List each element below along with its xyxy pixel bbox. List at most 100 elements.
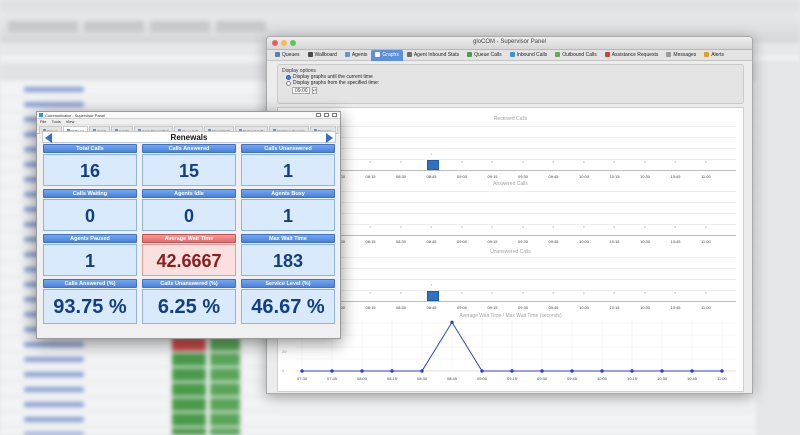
background-row	[0, 397, 800, 412]
menu-file[interactable]: File	[40, 119, 46, 124]
radio-specified-time[interactable]: Display graphs from the specified time:	[286, 80, 379, 86]
bar-value-label: 0	[400, 291, 402, 295]
tab-agents[interactable]: Agents	[341, 50, 372, 61]
tab-queue-calls[interactable]: Queue Calls	[463, 50, 506, 61]
bar-value-label: 0	[644, 160, 646, 164]
background-row-status	[210, 398, 240, 411]
x-tick-label: 09:00	[477, 376, 488, 381]
menu-tools[interactable]: Tools	[51, 119, 60, 124]
gridline	[296, 137, 736, 138]
tab-inbound-calls[interactable]: Inbound Calls	[506, 50, 552, 61]
x-tick-label: 08:45	[426, 239, 437, 244]
stat-label: Agents Busy	[241, 189, 335, 198]
x-tick-label: 10:45	[670, 174, 681, 179]
x-tick-label: 10:15	[609, 174, 620, 179]
bar-value-label: 0	[583, 291, 585, 295]
tab-agent-inbound-stats[interactable]: Agent Inbound Stats	[403, 50, 463, 61]
bar-value-label: 1	[430, 283, 433, 287]
gridline	[296, 126, 736, 127]
bar-value-label: 0	[613, 225, 616, 229]
x-tick-label: 10:15	[627, 376, 638, 381]
time-input[interactable]: 09:00	[292, 87, 310, 94]
wallboard-stats-grid: Total Calls 16 Calls Answered 15 Calls Unans…	[43, 144, 335, 324]
time-stepper[interactable]: ▴▾	[312, 87, 317, 94]
bar-value-label: 0	[552, 291, 555, 295]
gridline	[296, 279, 736, 280]
background-row-status	[210, 353, 240, 366]
x-tick-label: 09:15	[487, 305, 498, 310]
wait-time-point	[720, 369, 724, 373]
assistance-icon	[604, 52, 610, 57]
stat-label: Agents Paused	[43, 234, 137, 243]
background-toolbar-item	[84, 21, 144, 32]
gridline	[296, 290, 736, 291]
x-tick-label: 08:15	[365, 174, 376, 179]
queues-icon	[275, 52, 280, 57]
gridline	[296, 191, 736, 192]
stat-average-wait-time: Average Wait Time 42.6667	[142, 234, 236, 276]
stat-calls-answered: Calls Answered 15	[142, 144, 236, 186]
bar-value-label: 0	[613, 160, 616, 164]
wait-time-point	[600, 369, 604, 373]
minimize-icon[interactable]	[316, 113, 321, 117]
x-tick-label: 09:30	[518, 239, 529, 244]
alerts-icon	[704, 52, 710, 57]
menu-view[interactable]: View	[66, 119, 75, 124]
wait-time-point	[510, 369, 514, 373]
stat-calls-answered: Calls Answered (%) 93.75 %	[43, 279, 137, 324]
tab-outbound-calls[interactable]: Outbound Calls	[551, 50, 600, 61]
background-row-name	[24, 342, 84, 347]
x-tick-label: 08:30	[396, 305, 407, 310]
x-tick-label: 10:15	[609, 305, 620, 310]
close-icon[interactable]	[332, 113, 337, 117]
display-options-panel: Display options Display graphs until the…	[277, 64, 744, 104]
x-tick-label: 07:30	[297, 376, 308, 381]
stat-label: Calls Unanswered (%)	[142, 279, 236, 288]
communicator-title: Communicator - Supervisor Panel	[45, 113, 106, 118]
tab-messages[interactable]: Messages	[662, 50, 700, 61]
messages-icon	[666, 52, 672, 57]
stat-calls-waiting: Calls Waiting 0	[43, 189, 137, 231]
bar-value-label: 0	[522, 291, 524, 295]
wait-time-point	[450, 320, 454, 324]
tab-queues[interactable]: Queues	[271, 50, 304, 61]
next-queue-icon[interactable]	[326, 133, 333, 143]
maximize-icon[interactable]	[324, 113, 329, 117]
wait-time-point	[630, 369, 634, 373]
gridline	[296, 148, 736, 149]
graphs-icon	[375, 52, 381, 57]
bar-value-label: 0	[491, 225, 494, 229]
tab-alerts[interactable]: Alerts	[336, 126, 340, 134]
stat-agents-busy: Agents Busy 1	[241, 189, 335, 231]
wait-time-point	[330, 369, 334, 373]
communicator-window: Communicator - Supervisor Panel File Tool…	[36, 111, 341, 339]
tab-graphs[interactable]: Graphs	[371, 50, 403, 61]
wait-time-point	[480, 369, 484, 373]
bar-value-label: 0	[522, 160, 524, 164]
background-side-panel	[756, 60, 800, 435]
bar-value-label: 0	[522, 225, 524, 229]
x-axis	[296, 301, 736, 302]
background-toolbar-item	[216, 21, 266, 32]
bar-value-label: 1	[430, 152, 433, 156]
x-axis	[296, 170, 736, 171]
bar-value-label: 0	[491, 291, 494, 295]
wait-time-point	[300, 369, 304, 373]
tab-wallboard[interactable]: Wallboard	[304, 50, 341, 61]
stat-label: Calls Answered	[142, 144, 236, 153]
gridline	[296, 159, 736, 160]
radio-selected-icon[interactable]	[286, 74, 291, 80]
stat-agents-paused: Agents Paused 1	[43, 234, 137, 276]
x-axis	[296, 235, 736, 236]
wait-time-point	[690, 369, 694, 373]
wait-time-line-chart: 4020007:3007:4508:0008:1508:3008:4509:00…	[282, 320, 736, 381]
stat-label: Calls Unanswered	[241, 144, 335, 153]
stat-calls-unanswered: Calls Unanswered (%) 6.25 %	[142, 279, 236, 324]
tab-alerts[interactable]: Alerts	[700, 50, 728, 61]
stat-max-wait-time: Max Wait Time 183	[241, 234, 335, 276]
background-toolbar-item	[8, 21, 78, 32]
radio-unselected-icon[interactable]	[286, 80, 291, 86]
background-row-status	[210, 368, 240, 381]
wait-time-point	[390, 369, 394, 373]
tab-assistance-requests[interactable]: Assistance Requests	[601, 50, 663, 61]
